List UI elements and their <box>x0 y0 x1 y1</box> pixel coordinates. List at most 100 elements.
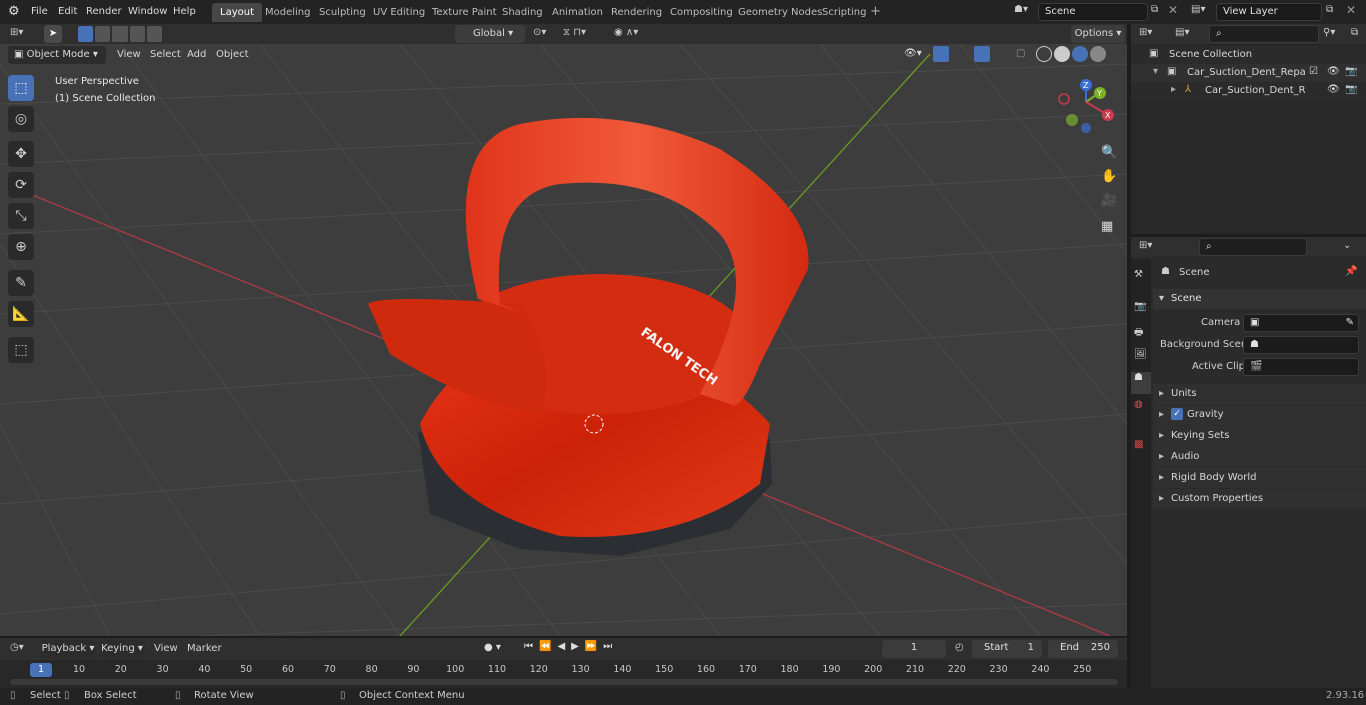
timeline-view-menu[interactable]: View <box>150 640 182 658</box>
menu-file[interactable]: File <box>31 4 48 20</box>
gravity-section[interactable]: ▸ ✓ Gravity <box>1153 405 1366 425</box>
tab-layout[interactable]: Layout <box>212 3 262 22</box>
eye-icon[interactable]: 👁 <box>1327 84 1340 95</box>
tab-texture-paint[interactable]: Texture Paint <box>424 3 505 22</box>
transform-orientation-dropdown[interactable]: Global ▾ <box>455 25 525 43</box>
transform-tool[interactable]: ⊕ <box>8 234 34 260</box>
outliner-row-root[interactable]: ▣ Scene Collection <box>1131 46 1366 64</box>
rigid-body-world-section[interactable]: ▸ Rigid Body World <box>1153 468 1366 488</box>
new-scene-icon[interactable]: ⧉ <box>1151 4 1158 15</box>
select-invert-icon[interactable] <box>129 26 145 42</box>
expand-icon[interactable]: ▾ <box>1153 66 1158 77</box>
annotate-tool[interactable]: ✎ <box>8 270 34 296</box>
custom-properties-section[interactable]: ▸ Custom Properties <box>1153 489 1366 509</box>
move-tool[interactable]: ✥ <box>8 141 34 167</box>
auto-keying-icon[interactable]: ● ▾ <box>484 642 501 653</box>
3d-viewport[interactable]: FALON TECH <box>0 44 1127 636</box>
properties-search-input[interactable]: ⌕ <box>1199 238 1307 256</box>
menu-object[interactable]: Object <box>212 46 253 64</box>
select-new-icon[interactable] <box>78 26 94 42</box>
scene-field[interactable]: Scene <box>1038 3 1148 21</box>
camera-field[interactable]: ▣ ✎ <box>1243 314 1359 332</box>
display-mode-icon[interactable]: ▤▾ <box>1175 27 1189 38</box>
outliner-row-2[interactable]: ▸ ⅄ Car_Suction_Dent_Repair 👁 📷 <box>1131 82 1366 100</box>
rotate-tool[interactable]: ⟳ <box>8 172 34 198</box>
pivot-point-icon[interactable]: ⊙▾ <box>533 27 546 38</box>
render-tab-icon[interactable]: 📷 <box>1134 301 1146 312</box>
select-box-tool[interactable]: ⬚ <box>8 75 34 101</box>
overlay-toggle-icon[interactable] <box>974 46 990 62</box>
snap-icon[interactable]: ⧖ ⊓▾ <box>563 27 586 38</box>
keying-dropdown[interactable]: Keying ▾ <box>99 640 145 658</box>
rendered-shading-icon[interactable] <box>1090 46 1106 62</box>
add-workspace-icon[interactable]: + <box>870 4 881 19</box>
timeline-scrollbar[interactable] <box>10 679 1118 685</box>
visibility-icon[interactable]: 👁▾ <box>904 48 922 59</box>
xray-icon[interactable]: ▢ <box>1016 48 1025 59</box>
outliner-row-1[interactable]: ▾ ▣ Car_Suction_Dent_Repair_Pul ☑ 👁 📷 <box>1131 64 1366 82</box>
units-section[interactable]: ▸ Units <box>1153 384 1366 404</box>
checkbox-icon[interactable]: ☑ <box>1309 66 1318 77</box>
scene-icon[interactable]: ☗▾ <box>1014 4 1028 15</box>
camera-view-icon[interactable]: 🎥 <box>1101 193 1117 208</box>
view-layer-tab-icon[interactable]: 🖼 <box>1134 349 1147 360</box>
wireframe-shading-icon[interactable] <box>1036 46 1052 62</box>
mode-dropdown[interactable]: ▣ Object Mode ▾ <box>8 46 106 64</box>
scale-tool[interactable]: ⤡ <box>8 203 34 229</box>
tab-modeling[interactable]: Modeling <box>257 3 319 22</box>
menu-help[interactable]: Help <box>173 4 196 20</box>
select-subtract-icon[interactable] <box>112 26 128 42</box>
tab-shading[interactable]: Shading <box>494 3 551 22</box>
tab-rendering[interactable]: Rendering <box>603 3 670 22</box>
gravity-checkbox[interactable]: ✓ <box>1171 408 1183 420</box>
menu-render[interactable]: Render <box>86 4 122 20</box>
perspective-toggle-icon[interactable]: ▦ <box>1101 219 1113 234</box>
new-view-layer-icon[interactable]: ⧉ <box>1326 4 1333 15</box>
tab-compositing[interactable]: Compositing <box>662 3 741 22</box>
tab-animation[interactable]: Animation <box>544 3 611 22</box>
tab-scripting[interactable]: Scripting <box>814 3 874 22</box>
solid-shading-icon[interactable] <box>1054 46 1070 62</box>
playback-controls[interactable]: ⏮⏪◀▶⏩⏭ <box>524 641 618 652</box>
blender-logo-icon[interactable]: ⚙ <box>8 4 20 19</box>
tab-uv-editing[interactable]: UV Editing <box>365 3 433 22</box>
tool-tab-icon[interactable]: ⚒ <box>1134 269 1143 280</box>
cursor-tool[interactable]: ◎ <box>8 106 34 132</box>
menu-select[interactable]: Select <box>146 46 185 64</box>
gizmo-toggle-icon[interactable] <box>933 46 949 62</box>
scene-panel-header[interactable]: ▾ Scene <box>1153 289 1366 309</box>
texture-tab-icon[interactable]: ▩ <box>1134 439 1143 450</box>
scene-tab-icon[interactable]: ☗ <box>1131 372 1151 394</box>
menu-view[interactable]: View <box>113 46 145 64</box>
measure-tool[interactable]: 📐 <box>8 301 34 327</box>
world-tab-icon[interactable]: ◍ <box>1134 399 1143 410</box>
filter-icon[interactable]: ⚲▾ <box>1323 27 1335 38</box>
active-clip-field[interactable]: 🎬 <box>1243 358 1359 376</box>
select-intersect-icon[interactable] <box>146 26 163 42</box>
expand-icon[interactable]: ▸ <box>1171 84 1176 95</box>
properties-editor-icon[interactable]: ⊞▾ <box>1139 240 1152 251</box>
menu-window[interactable]: Window <box>128 4 167 20</box>
timeline-marker-menu[interactable]: Marker <box>183 640 226 658</box>
close-view-layer-icon[interactable]: ✕ <box>1346 3 1356 17</box>
audio-section[interactable]: ▸ Audio <box>1153 447 1366 467</box>
close-scene-icon[interactable]: ✕ <box>1168 3 1178 17</box>
zoom-icon[interactable]: 🔍 <box>1101 145 1117 160</box>
select-extend-icon[interactable] <box>95 26 111 42</box>
new-collection-icon[interactable]: ⧉ <box>1351 27 1358 38</box>
playback-dropdown[interactable]: Playback ▾ <box>41 640 95 658</box>
editor-type-icon[interactable]: ⊞▾ <box>10 27 23 38</box>
pin-icon[interactable]: 📌 <box>1345 266 1357 277</box>
pan-hand-icon[interactable]: ✋ <box>1101 169 1117 184</box>
eye-icon[interactable]: 👁 <box>1327 66 1340 77</box>
menu-edit[interactable]: Edit <box>58 4 77 20</box>
view-layer-field[interactable]: View Layer <box>1216 3 1322 21</box>
stopwatch-icon[interactable]: ◴ <box>955 642 964 653</box>
view-layer-icon[interactable]: ▤▾ <box>1191 4 1205 15</box>
end-frame-field[interactable]: End 250 <box>1048 640 1118 658</box>
current-frame-field[interactable]: 1 <box>882 640 946 658</box>
menu-add[interactable]: Add <box>183 46 210 64</box>
start-frame-field[interactable]: Start 1 <box>972 640 1042 658</box>
suction-cup-model[interactable]: FALON TECH <box>368 117 809 556</box>
timeline-editor-icon[interactable]: ◷▾ <box>10 642 24 653</box>
